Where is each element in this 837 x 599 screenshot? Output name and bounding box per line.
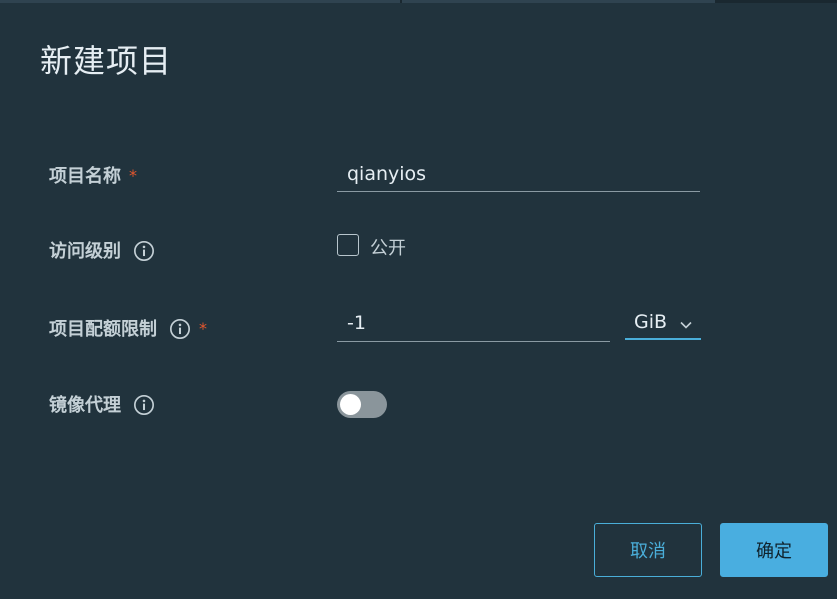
top-border-segment	[0, 0, 400, 3]
top-border-segment	[402, 0, 715, 3]
public-checkbox[interactable]	[337, 234, 359, 256]
public-checkbox-label: 公开	[370, 238, 406, 259]
info-icon[interactable]	[133, 239, 155, 261]
dialog-top-border	[0, 0, 837, 3]
project-name-input[interactable]	[337, 162, 700, 192]
project-name-label-row: 项目名称 *	[49, 162, 137, 188]
confirm-button[interactable]: 确定	[720, 523, 828, 577]
required-asterisk: *	[199, 318, 207, 338]
quota-label: 项目配额限制	[49, 319, 157, 340]
info-icon[interactable]	[169, 317, 191, 339]
chevron-down-icon	[679, 315, 693, 329]
proxy-cache-label-row: 镜像代理	[49, 391, 155, 417]
new-project-dialog: 新建项目 项目名称 * 访问级别 公开 项目配额限制 * G	[0, 0, 837, 599]
quota-label-row: 项目配额限制 *	[49, 315, 207, 341]
dialog-title: 新建项目	[40, 42, 173, 80]
cancel-button[interactable]: 取消	[594, 523, 702, 577]
proxy-cache-label: 镜像代理	[49, 395, 121, 416]
access-level-label: 访问级别	[49, 241, 121, 262]
required-asterisk: *	[129, 165, 137, 185]
project-name-label: 项目名称	[49, 166, 121, 187]
toggle-knob	[340, 394, 361, 415]
quota-input[interactable]	[337, 310, 610, 342]
proxy-cache-toggle[interactable]	[337, 391, 387, 418]
quota-unit-select[interactable]: GiB	[625, 306, 701, 340]
info-icon[interactable]	[133, 393, 155, 415]
access-level-label-row: 访问级别	[49, 237, 155, 263]
quota-unit-value: GiB	[634, 311, 668, 333]
